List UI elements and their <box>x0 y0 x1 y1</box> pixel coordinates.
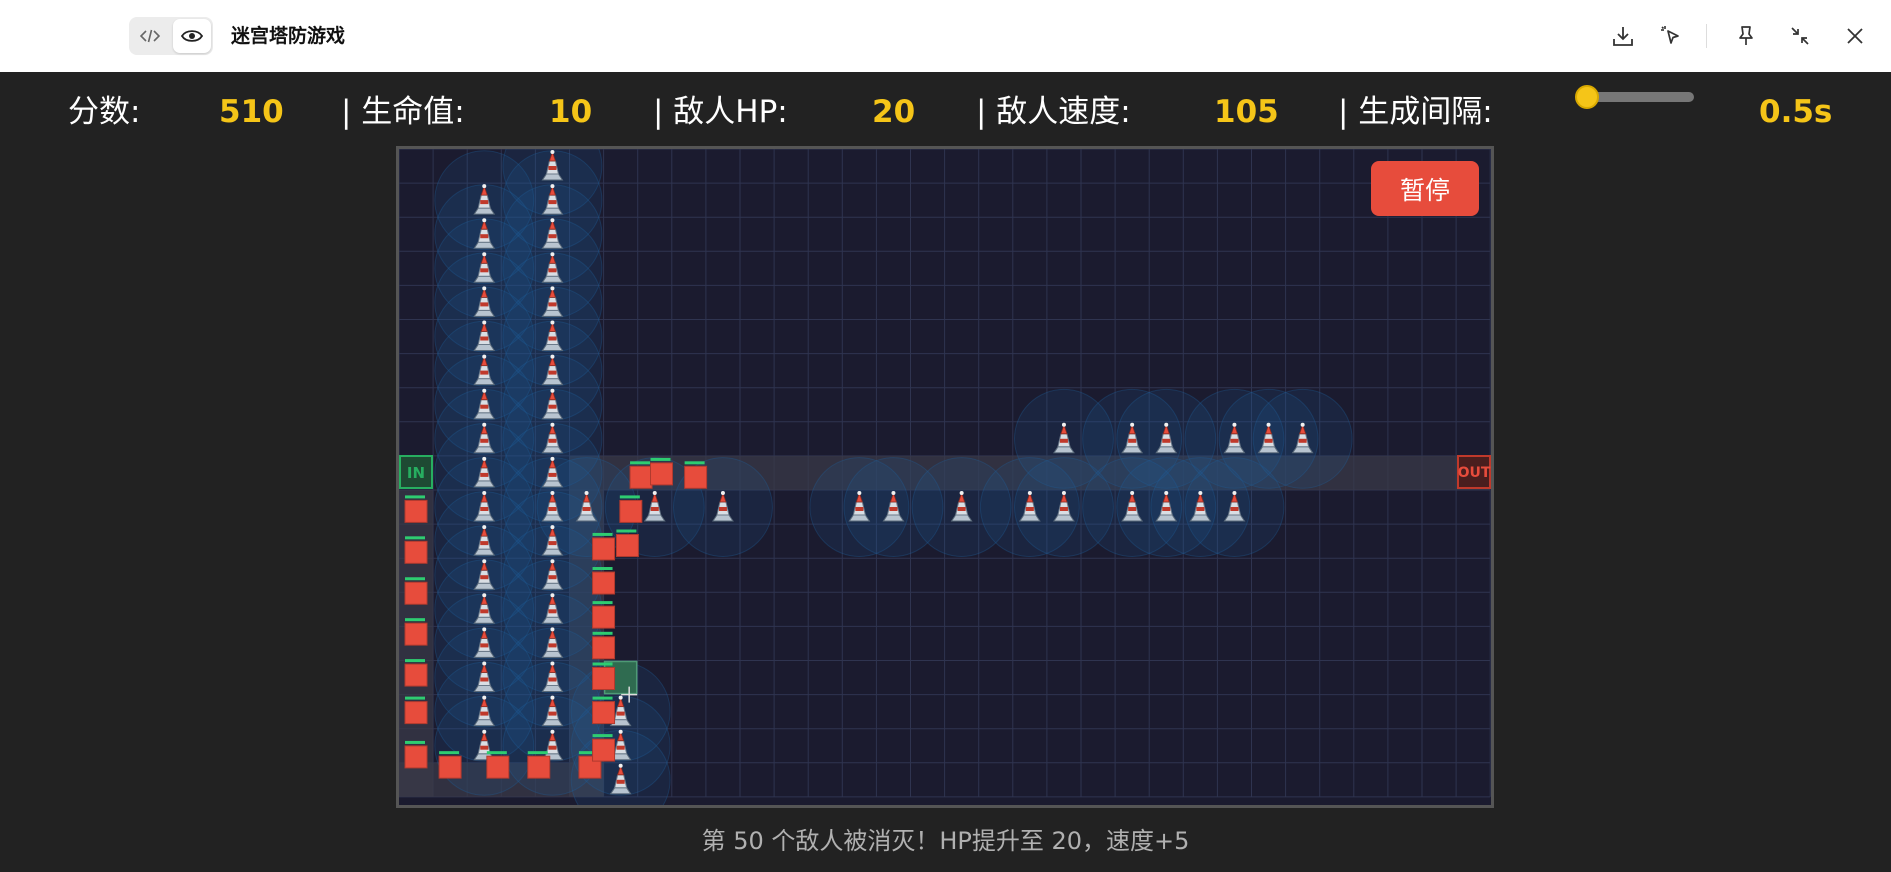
enemy-body <box>527 755 551 779</box>
enemy-hp-value: 20 <box>872 94 916 130</box>
enemy-body <box>684 465 708 489</box>
enemy-hp-bar <box>592 734 613 738</box>
enemy-hp-bar <box>486 751 507 755</box>
enemy-body <box>486 755 510 779</box>
enemy-hp-bar <box>592 662 613 666</box>
enemy-hp-bar <box>592 532 613 536</box>
enemy-hp-bar <box>650 457 671 461</box>
app-title: 迷宫塔防游戏 <box>231 25 346 47</box>
enemy-hp-bar <box>405 659 425 663</box>
enemy-body <box>404 622 428 646</box>
enemy-body <box>592 605 616 629</box>
spawn-interval-label: | 生成间隔: <box>1338 94 1493 130</box>
enemy-body <box>438 755 462 779</box>
enemy-hp-bar <box>527 751 548 755</box>
status-message: 第 50 个敌人被消灭！HP提升至 20，速度+5 <box>701 827 1190 855</box>
enemy-body <box>629 465 653 489</box>
exit-label: OUT <box>1458 465 1491 481</box>
enemy-body <box>650 462 674 486</box>
pause-button[interactable]: 暂停 <box>1371 161 1479 216</box>
enemy-body <box>404 581 428 605</box>
download-button[interactable] <box>1609 22 1637 50</box>
enemy-hp-bar <box>684 461 705 465</box>
score-label: 分数: <box>68 94 141 130</box>
enemy-hp-bar <box>405 577 425 581</box>
tower-ranges <box>434 149 1353 805</box>
element-select-button[interactable] <box>1657 22 1685 50</box>
enemy-hp-bar <box>630 461 651 465</box>
view-toggle <box>129 17 213 55</box>
enemy-speed-label: | 敌人速度: <box>976 94 1131 130</box>
minimize-button[interactable] <box>1786 22 1814 50</box>
enemy-body <box>592 701 616 725</box>
enemy-body <box>619 499 643 523</box>
pointer-select-icon <box>1661 26 1679 44</box>
enemy-hp-bar <box>619 495 640 499</box>
toolbar-divider <box>1706 24 1707 48</box>
enemy-body <box>615 534 639 558</box>
enemy-speed-value: 105 <box>1214 94 1279 130</box>
lives-value: 10 <box>549 94 593 130</box>
spawn-interval-slider[interactable] <box>1584 92 1694 102</box>
entrance-label: IN <box>407 464 425 482</box>
enemy-body <box>404 663 428 687</box>
enemy-hp-bar <box>405 618 425 622</box>
enemy-body <box>592 738 616 762</box>
score-value: 510 <box>219 94 284 130</box>
preview-view-button[interactable] <box>173 19 211 53</box>
enemy-body <box>592 571 616 595</box>
enemy-hp-bar <box>592 567 613 571</box>
enemy-body <box>592 636 616 660</box>
enemy-hp-bar <box>592 696 613 700</box>
window-titlebar: 迷宫塔防游戏 <box>0 0 1891 72</box>
game-board[interactable]: IN OUT <box>396 146 1494 808</box>
enemy-body <box>404 745 428 769</box>
enemy-hp-bar <box>405 740 425 744</box>
enemy-hp-bar <box>405 536 425 540</box>
enemy-body <box>404 701 428 725</box>
close-icon <box>1847 28 1863 44</box>
enemy-hp-bar <box>592 631 613 635</box>
board-canvas[interactable]: IN OUT <box>399 149 1491 805</box>
spawn-interval-value: 0.5s <box>1759 94 1833 130</box>
eye-icon <box>181 30 203 42</box>
enemy-hp-bar <box>405 495 425 499</box>
enemy-hp-bar <box>405 696 425 700</box>
spawn-interval-slider-thumb[interactable] <box>1575 85 1599 109</box>
enemy-body <box>592 537 616 561</box>
enemy-hp-bar <box>616 529 637 533</box>
lives-label: | 生命值: <box>341 94 465 130</box>
enemy-hp-bar <box>439 751 460 755</box>
enemy-hp-label: | 敌人HP: <box>653 94 788 130</box>
pin-icon <box>1739 26 1753 45</box>
code-icon <box>140 29 160 43</box>
enemy-hp-bar <box>592 601 613 605</box>
download-icon <box>1613 27 1633 46</box>
code-view-button[interactable] <box>131 19 169 53</box>
enemy-body <box>404 499 428 523</box>
enemy-body <box>404 540 428 564</box>
minimize-icon <box>1791 27 1809 45</box>
pin-button[interactable] <box>1732 22 1760 50</box>
enemy-body <box>592 667 616 690</box>
close-button[interactable] <box>1841 22 1869 50</box>
